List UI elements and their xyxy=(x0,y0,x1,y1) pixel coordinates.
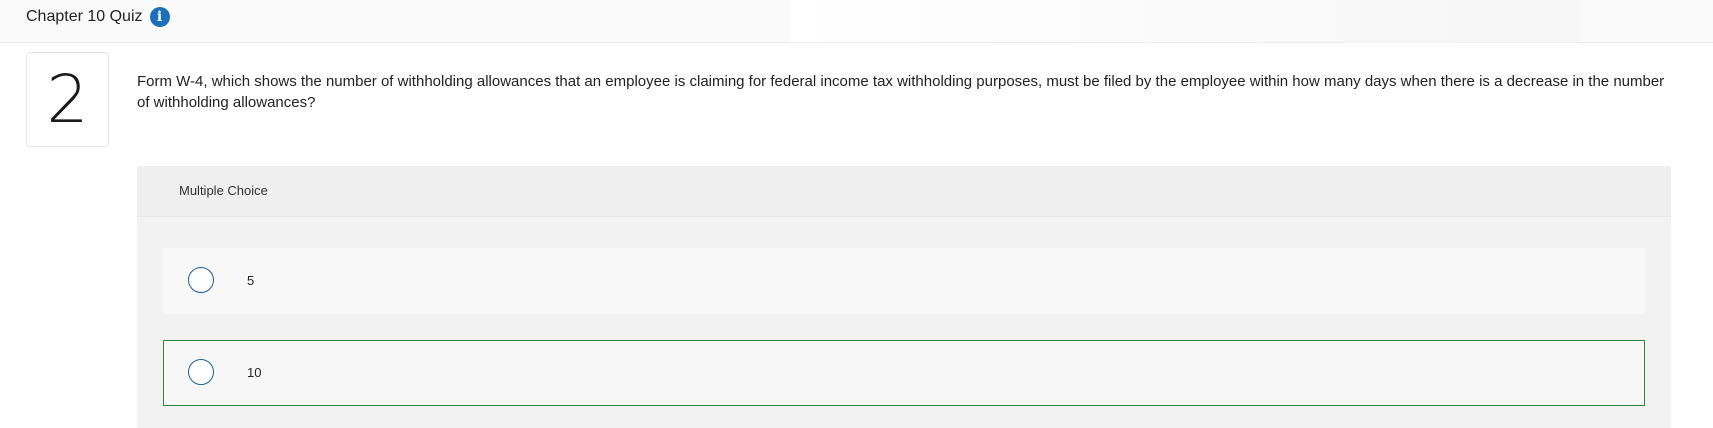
quiz-title: Chapter 10 Quiz xyxy=(26,8,143,25)
radio-unchecked-icon[interactable] xyxy=(188,267,214,293)
choice-panel-header: Multiple Choice xyxy=(137,166,1671,217)
answer-option-5[interactable]: 5 xyxy=(163,248,1645,314)
info-icon[interactable]: i xyxy=(149,7,170,27)
question-text: Form W-4, which shows the number of with… xyxy=(137,73,1665,111)
answer-option-10[interactable]: 10 xyxy=(163,340,1645,406)
question-type-label: Multiple Choice xyxy=(179,183,268,198)
radio-unchecked-icon[interactable] xyxy=(188,359,214,385)
multiple-choice-panel: Multiple Choice 5 10 xyxy=(137,166,1671,428)
top-bar: Chapter 10 Quiz i xyxy=(0,0,1713,43)
answer-option-label: 5 xyxy=(247,273,255,288)
quiz-title-container: Chapter 10 Quiz i xyxy=(26,7,170,27)
top-bar-background xyxy=(790,0,1580,43)
question-number: 2 xyxy=(26,52,109,147)
answer-option-label: 10 xyxy=(247,365,262,380)
